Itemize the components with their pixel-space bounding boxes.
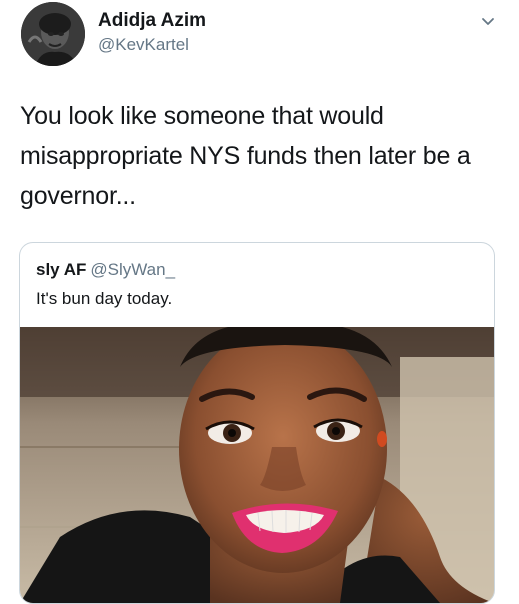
tweet-text: You look like someone that would misappr… [20, 102, 471, 210]
author-avatar[interactable] [21, 2, 85, 66]
quoted-tweet[interactable]: sly AF @SlyWan_ It's bun day today. [19, 242, 495, 604]
quoted-tweet-text: It's bun day today. [36, 289, 173, 308]
tweet-card: Adidja Azim @KevKartel You look like som… [0, 0, 519, 604]
quoted-handle[interactable]: @SlyWan_ [90, 260, 175, 279]
quoted-display-name[interactable]: sly AF [36, 260, 86, 279]
quoted-tweet-photo[interactable] [20, 327, 494, 603]
avatar-photo [21, 2, 85, 66]
author-handle[interactable]: @KevKartel [98, 34, 189, 56]
author-display-name[interactable]: Adidja Azim [98, 10, 206, 32]
quoted-tweet-header: sly AF @SlyWan_ [36, 259, 175, 281]
chevron-down-icon[interactable] [480, 14, 496, 30]
selfie-image [20, 327, 494, 603]
